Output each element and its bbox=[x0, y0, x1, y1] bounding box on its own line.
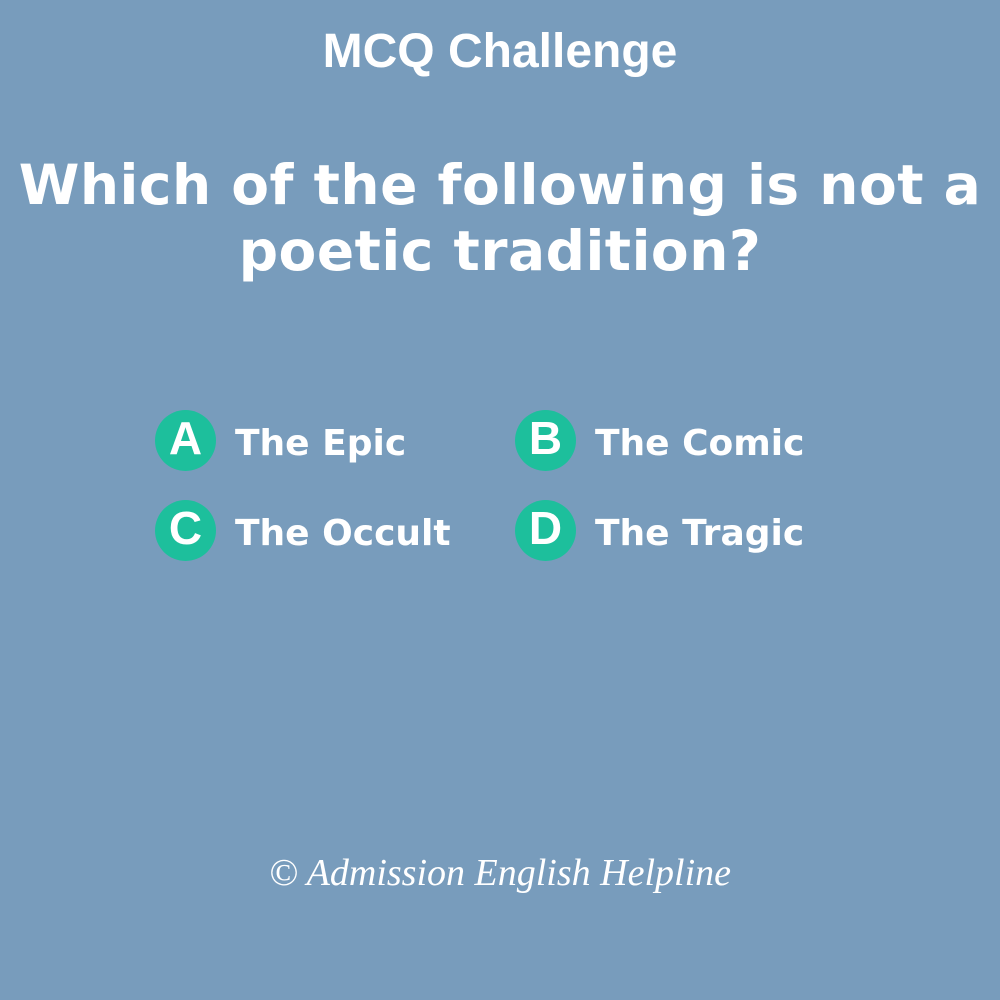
question-text: Which of the following is not a poetic t… bbox=[0, 152, 1000, 284]
question-line-1: Which of the following is not a bbox=[18, 153, 982, 217]
question-line-2: poetic tradition? bbox=[238, 219, 762, 283]
option-c-label: The Occult bbox=[235, 513, 451, 554]
option-b-badge: B bbox=[515, 410, 576, 471]
option-c-badge: C bbox=[155, 500, 216, 561]
option-a-badge: A bbox=[155, 410, 216, 471]
option-d-label: The Tragic bbox=[595, 513, 805, 554]
option-a-label: The Epic bbox=[235, 423, 407, 464]
page-title: MCQ Challenge bbox=[322, 25, 678, 78]
copyright-footer: © Admission English Helpline bbox=[269, 852, 731, 894]
mcq-card: MCQ Challenge Which of the following is … bbox=[0, 0, 1000, 1000]
option-b-label: The Comic bbox=[595, 423, 805, 464]
option-d-badge: D bbox=[515, 500, 576, 561]
